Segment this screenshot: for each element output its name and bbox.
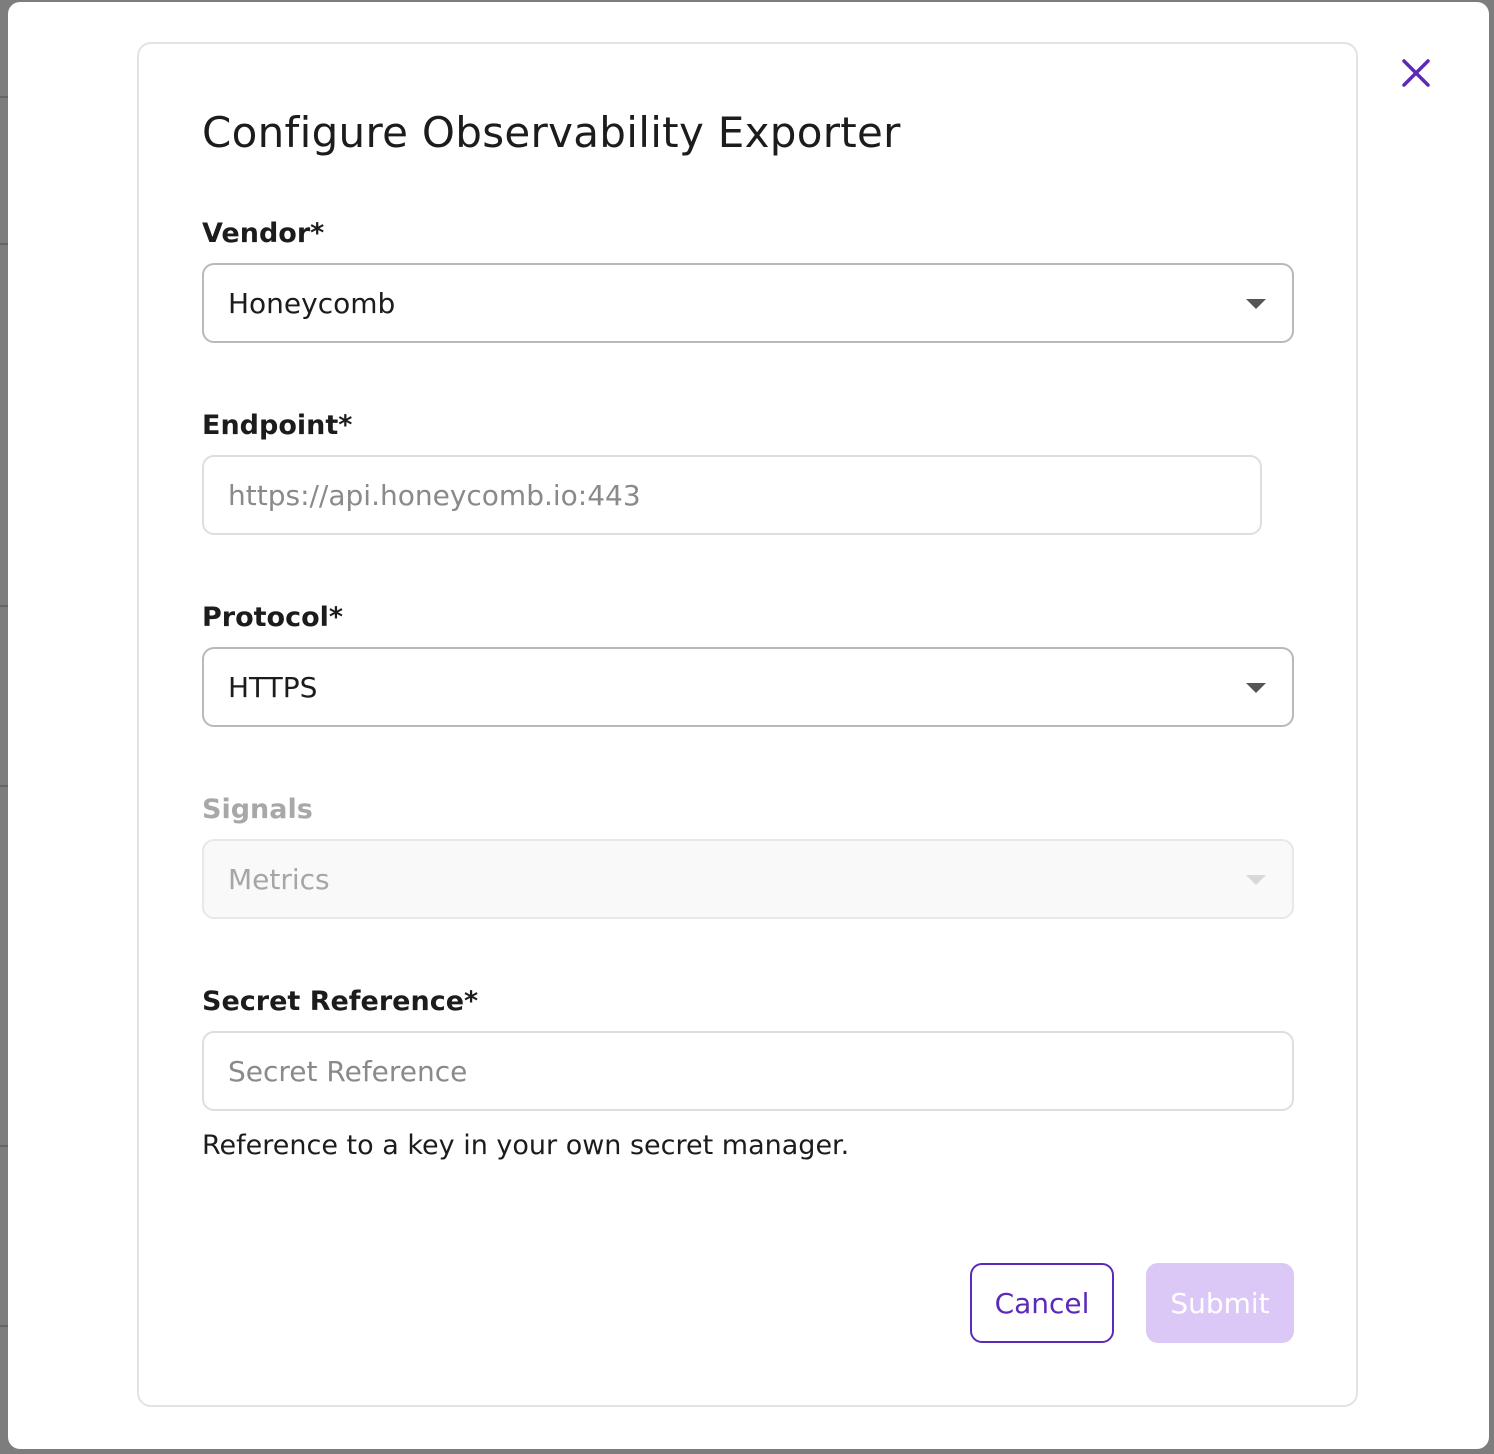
protocol-select[interactable]: HTTPS — [202, 647, 1294, 727]
secret-reference-helper-text: Reference to a key in your own secret ma… — [202, 1130, 850, 1161]
caret-down-icon — [1246, 875, 1266, 885]
secret-reference-placeholder: Secret Reference — [228, 1054, 468, 1088]
modal-title: Configure Observability Exporter — [202, 108, 901, 157]
signals-label: Signals — [202, 794, 313, 825]
protocol-selected-value: HTTPS — [228, 670, 318, 704]
cancel-button[interactable]: Cancel — [970, 1263, 1114, 1343]
endpoint-label: Endpoint* — [202, 410, 353, 441]
close-icon — [1402, 59, 1430, 87]
endpoint-placeholder: https://api.honeycomb.io:443 — [228, 478, 641, 512]
protocol-label: Protocol* — [202, 602, 344, 633]
endpoint-input[interactable]: https://api.honeycomb.io:443 — [202, 455, 1262, 535]
close-button[interactable] — [1398, 55, 1434, 91]
vendor-label: Vendor* — [202, 218, 325, 249]
vendor-selected-value: Honeycomb — [228, 286, 396, 320]
caret-down-icon — [1246, 683, 1266, 693]
signals-select: Metrics — [202, 839, 1294, 919]
vendor-select[interactable]: Honeycomb — [202, 263, 1294, 343]
secret-reference-label: Secret Reference* — [202, 986, 479, 1017]
submit-button[interactable]: Submit — [1146, 1263, 1294, 1343]
secret-reference-input[interactable]: Secret Reference — [202, 1031, 1294, 1111]
signals-selected-value: Metrics — [228, 862, 330, 896]
caret-down-icon — [1246, 299, 1266, 309]
